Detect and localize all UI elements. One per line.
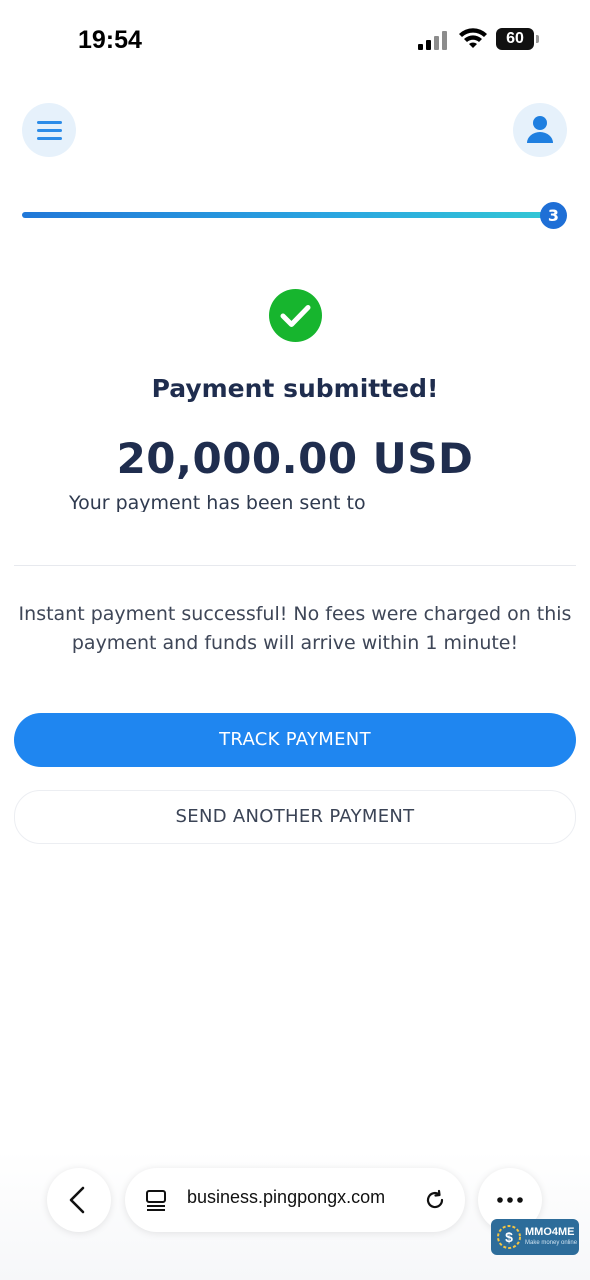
- watermark-title: MMO4ME: [525, 1226, 575, 1238]
- wifi-icon: [459, 28, 487, 48]
- redacted-recipient: [380, 488, 540, 548]
- dollar-coin-icon: $: [497, 1225, 521, 1249]
- watermark-badge: $ MMO4ME Make money online: [491, 1219, 579, 1255]
- hamburger-menu-icon: [37, 121, 62, 124]
- url-text: business.pingpongx.com: [187, 1187, 386, 1207]
- divider: [14, 565, 576, 566]
- tabs-icon: [146, 1190, 166, 1211]
- user-icon: [527, 116, 553, 143]
- profile-button[interactable]: [513, 103, 567, 157]
- watermark-subtitle: Make money online: [525, 1240, 578, 1246]
- browser-back-button[interactable]: [47, 1168, 111, 1232]
- chevron-left-icon: [69, 1186, 85, 1214]
- address-bar[interactable]: business.pingpongx.com: [125, 1168, 465, 1232]
- status-time: 19:54: [78, 26, 142, 54]
- hamburger-line: [37, 137, 62, 140]
- progress-bar: [22, 212, 550, 218]
- cellular-signal-icon: [418, 30, 450, 50]
- track-payment-button[interactable]: TRACK PAYMENT: [14, 713, 576, 767]
- battery-icon: 60: [496, 28, 539, 50]
- reload-icon[interactable]: [423, 1188, 447, 1212]
- payment-amount: 20,000.00 USD: [116, 434, 474, 483]
- menu-button[interactable]: [22, 103, 76, 157]
- step-indicator: 3: [540, 202, 567, 229]
- send-another-payment-button[interactable]: SEND ANOTHER PAYMENT: [14, 790, 576, 844]
- page-title: Payment submitted!: [151, 374, 439, 403]
- svg-text:$: $: [505, 1229, 513, 1245]
- hamburger-line: [37, 129, 62, 132]
- instant-payment-notice: Instant payment successful! No fees were…: [18, 603, 572, 654]
- status-bar: 19:54 60: [0, 0, 590, 80]
- success-check-icon: [269, 289, 322, 342]
